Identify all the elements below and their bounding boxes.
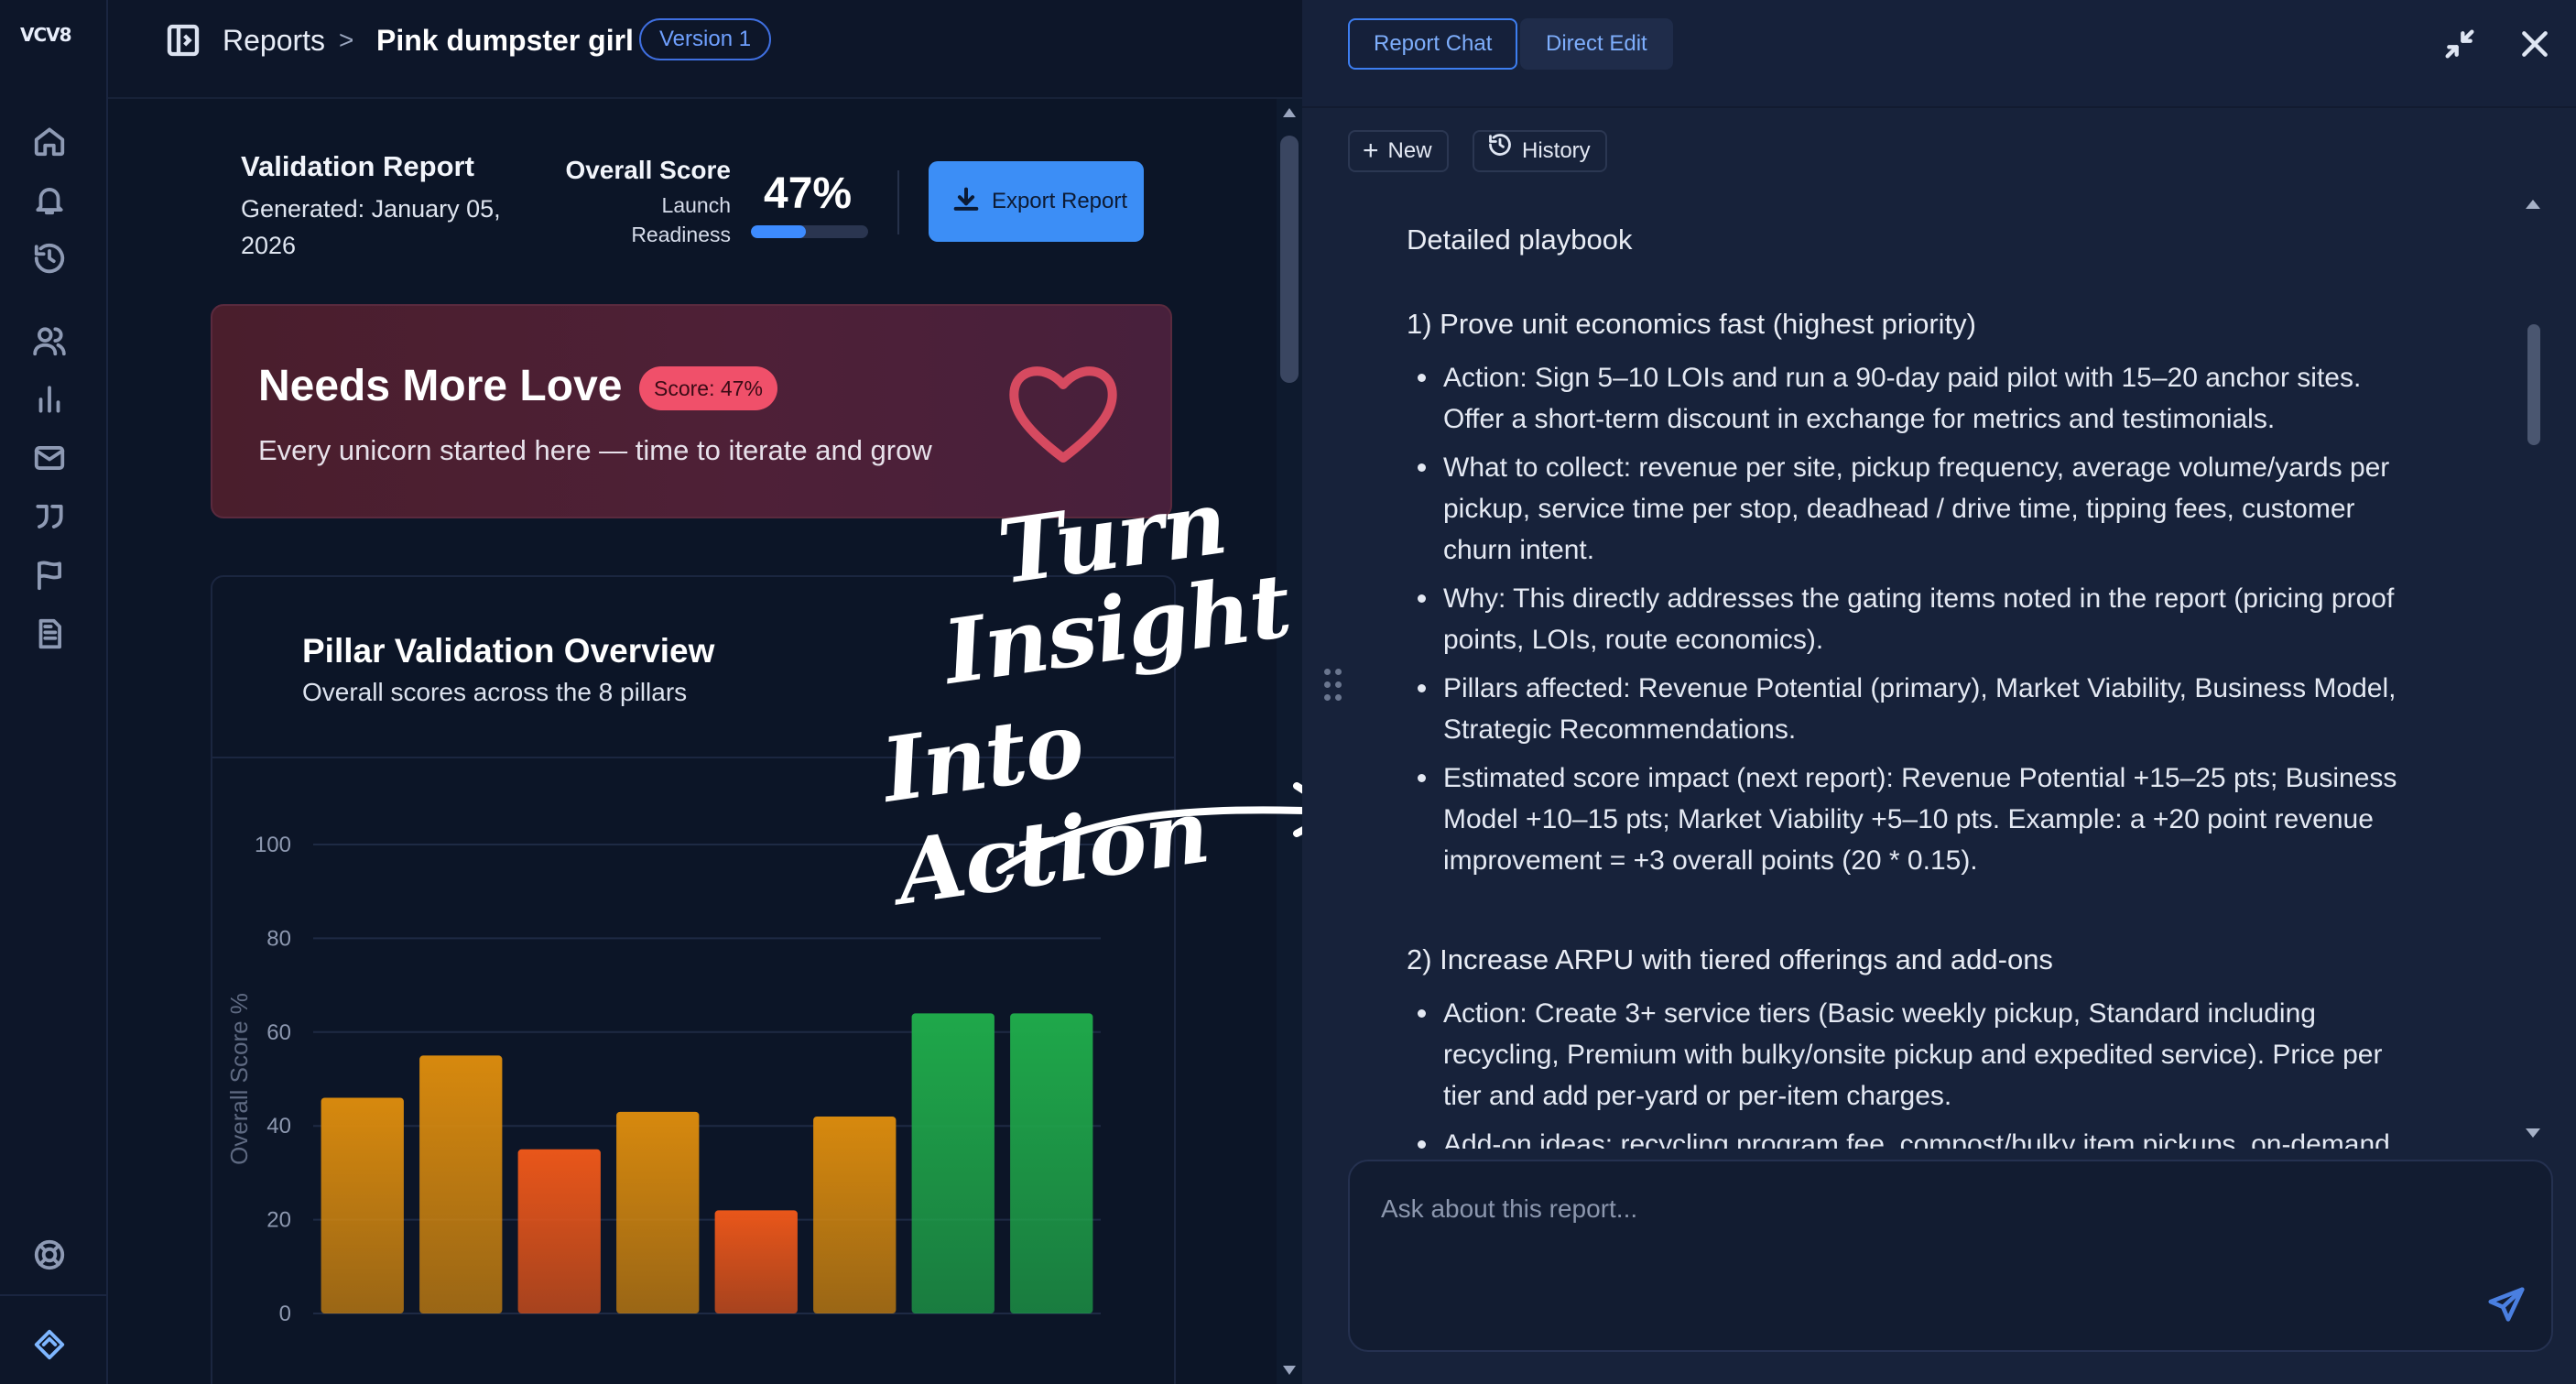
bell-icon[interactable] bbox=[29, 180, 70, 220]
y-axis-label: Overall Score % bbox=[225, 993, 253, 1165]
users-icon[interactable] bbox=[29, 321, 70, 361]
chat-input-box[interactable]: Ask about this report... bbox=[1348, 1160, 2553, 1352]
scroll-down-arrow[interactable] bbox=[2526, 1128, 2540, 1138]
list-item: What to collect: revenue per site, picku… bbox=[1407, 447, 2405, 571]
chat-scrollbar[interactable] bbox=[2520, 183, 2546, 1154]
list-item: Action: Sign 5–10 LOIs and run a 90-day … bbox=[1407, 357, 2405, 440]
history-icon bbox=[1487, 132, 1522, 170]
status-title: Needs More Love bbox=[258, 362, 623, 410]
assistant-message: Detailed playbook 1) Prove unit economic… bbox=[1302, 196, 2576, 1149]
brand-diamond-icon[interactable] bbox=[29, 1324, 70, 1365]
y-tick-label: 0 bbox=[279, 1302, 291, 1326]
scroll-thumb[interactable] bbox=[1280, 136, 1299, 383]
breadcrumb-reports[interactable]: Reports bbox=[223, 22, 325, 59]
minimize-icon[interactable] bbox=[2441, 26, 2478, 62]
y-tick-label: 60 bbox=[266, 1020, 291, 1045]
section-1-title: 1) Prove unit economics fast (highest pr… bbox=[1407, 308, 1976, 340]
chart-subtitle: Overall scores across the 8 pillars bbox=[302, 678, 688, 706]
chart-bar bbox=[616, 1111, 700, 1313]
close-icon[interactable] bbox=[2516, 26, 2553, 62]
overall-score-sublabel: Launch Readiness bbox=[631, 193, 731, 246]
rail-divider bbox=[0, 1294, 108, 1296]
y-tick-label: 80 bbox=[266, 926, 291, 951]
scroll-up-arrow[interactable] bbox=[1283, 108, 1296, 117]
pillar-chart-card: Pillar Validation Overview Overall score… bbox=[211, 575, 1176, 1384]
sidebar-toggle-icon[interactable] bbox=[165, 22, 201, 59]
quote-icon[interactable] bbox=[29, 496, 70, 537]
playbook-heading: Detailed playbook bbox=[1407, 223, 1633, 256]
flag-icon[interactable] bbox=[29, 555, 70, 595]
bar-chart-icon[interactable] bbox=[29, 379, 70, 420]
version-badge[interactable]: Version 1 bbox=[639, 18, 772, 60]
list-item: Why: This directly addresses the gating … bbox=[1407, 578, 2405, 660]
section-1-list: Action: Sign 5–10 LOIs and run a 90-day … bbox=[1407, 357, 2405, 888]
overall-score-progress-fill bbox=[751, 225, 807, 238]
list-item: Pillars affected: Revenue Potential (pri… bbox=[1407, 668, 2405, 750]
section-2-title: 2) Increase ARPU with tiered offerings a… bbox=[1407, 943, 2053, 975]
header-divider bbox=[897, 170, 899, 234]
y-tick-label: 100 bbox=[255, 833, 291, 857]
new-chat-label: New bbox=[1387, 138, 1432, 163]
history-button[interactable]: History bbox=[1473, 130, 1607, 172]
overall-score-label: Overall Score bbox=[565, 156, 731, 184]
scroll-thumb[interactable] bbox=[2527, 324, 2540, 445]
scroll-down-arrow[interactable] bbox=[1283, 1366, 1296, 1375]
mail-icon[interactable] bbox=[29, 438, 70, 478]
overall-score-progress bbox=[751, 225, 868, 238]
chart-bar bbox=[714, 1210, 798, 1313]
report-scrollbar[interactable] bbox=[1277, 99, 1302, 1384]
chat-panel-header: Report Chat Direct Edit bbox=[1302, 0, 2576, 108]
breadcrumb-separator: > bbox=[339, 26, 354, 54]
icon-sidebar: VCV8 bbox=[0, 0, 108, 1384]
scroll-up-arrow[interactable] bbox=[2526, 200, 2540, 209]
report-title: Validation Report bbox=[241, 150, 474, 182]
chart-bar bbox=[419, 1055, 503, 1313]
history-label: History bbox=[1522, 138, 1591, 163]
pillar-bar-chart: 0 20 40 60 80 100 Overall Score % bbox=[225, 833, 1101, 1326]
list-item: Action: Create 3+ service tiers (Basic w… bbox=[1407, 993, 2405, 1117]
score-badge: Score: 47% bbox=[639, 366, 777, 410]
chat-input-placeholder[interactable]: Ask about this report... bbox=[1381, 1194, 1637, 1224]
chart-bar bbox=[911, 1013, 995, 1313]
overall-score-value: 47% bbox=[764, 169, 853, 218]
app-logo[interactable]: VCV8 bbox=[20, 24, 77, 51]
breadcrumb-current: Pink dumpster girl bbox=[376, 24, 634, 57]
chart-bar bbox=[517, 1149, 601, 1313]
chart-bar bbox=[321, 1097, 404, 1313]
report-content: Validation Report Generated: January 05,… bbox=[108, 99, 1277, 1384]
send-icon[interactable] bbox=[2485, 1284, 2527, 1326]
lifebuoy-icon[interactable] bbox=[29, 1235, 70, 1275]
tab-report-chat[interactable]: Report Chat bbox=[1348, 18, 1518, 70]
list-item: Estimated score impact (next report): Re… bbox=[1407, 757, 2405, 881]
home-icon[interactable] bbox=[29, 121, 70, 161]
heart-icon bbox=[1004, 359, 1123, 469]
chart-title: Pillar Validation Overview bbox=[302, 632, 715, 670]
y-tick-label: 40 bbox=[266, 1114, 291, 1139]
tab-direct-edit[interactable]: Direct Edit bbox=[1520, 18, 1673, 70]
chart-bar bbox=[813, 1116, 897, 1313]
section-2-list: Action: Create 3+ service tiers (Basic w… bbox=[1407, 993, 2405, 1149]
app-root: VCV8 Reports > Pink dumpster girl Versio… bbox=[0, 0, 2576, 1384]
chart-bar bbox=[1010, 1013, 1093, 1313]
resize-handle[interactable] bbox=[1322, 667, 1344, 707]
report-header: Reports > Pink dumpster girl Version 1 bbox=[108, 0, 1302, 99]
plus-icon: + bbox=[1363, 136, 1379, 166]
history-icon[interactable] bbox=[29, 238, 70, 278]
y-tick-label: 20 bbox=[266, 1208, 291, 1233]
status-card: Needs More Love Score: 47% Every unicorn… bbox=[211, 304, 1172, 518]
export-report-button[interactable]: Export Report bbox=[929, 161, 1144, 242]
download-icon bbox=[951, 184, 982, 220]
document-icon[interactable] bbox=[29, 614, 70, 654]
list-item: Add-on ideas: recycling program fee, com… bbox=[1407, 1124, 2405, 1149]
chat-panel: Report Chat Direct Edit + New History De… bbox=[1302, 0, 2576, 1384]
chart-divider bbox=[212, 757, 1174, 758]
report-generated-date: Generated: January 05, 2026 bbox=[241, 195, 501, 259]
status-subtitle: Every unicorn started here — time to ite… bbox=[258, 434, 932, 466]
new-chat-button[interactable]: + New bbox=[1348, 130, 1449, 172]
export-report-label: Export Report bbox=[991, 189, 1128, 213]
